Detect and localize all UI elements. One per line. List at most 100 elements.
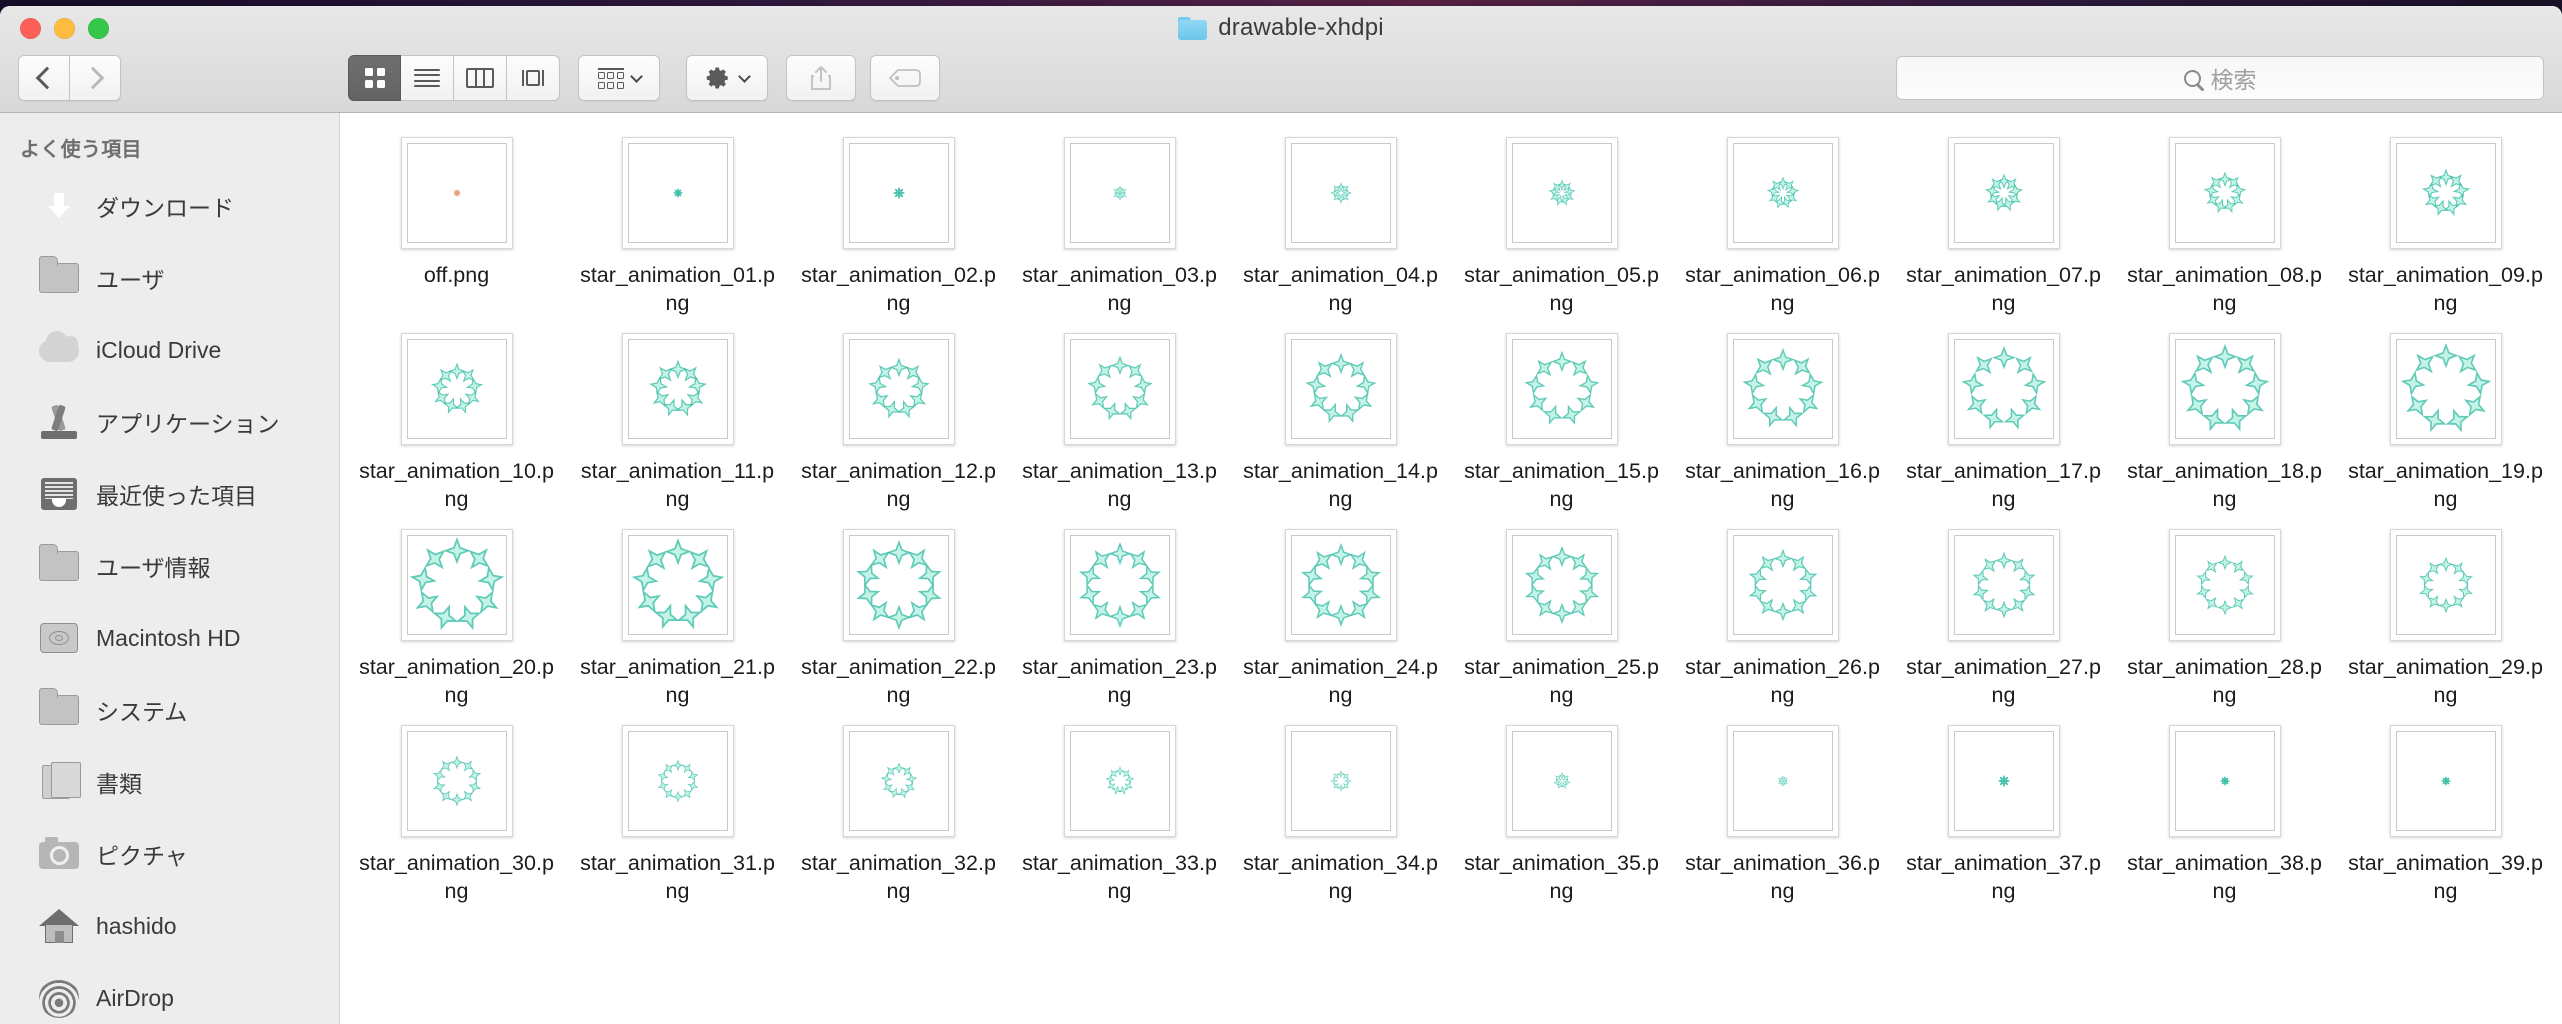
close-button[interactable] [20,18,41,39]
file-thumbnail[interactable] [2168,137,2281,249]
file-thumbnail[interactable] [1063,137,1176,249]
file-thumbnail[interactable] [1947,333,2060,445]
file-item[interactable]: star_animation_30.png [346,715,567,911]
file-item[interactable]: star_animation_02.png [788,127,1009,323]
file-item[interactable]: star_animation_18.png [2114,323,2335,519]
file-thumbnail[interactable] [1284,529,1397,641]
file-item[interactable]: star_animation_11.png [567,323,788,519]
file-item[interactable]: star_animation_31.png [567,715,788,911]
sidebar-item-7[interactable]: システム [0,674,339,746]
sidebar-item-0[interactable]: ダウンロード [0,170,339,242]
file-item[interactable]: star_animation_13.png [1009,323,1230,519]
file-item[interactable]: star_animation_09.png [2335,127,2556,323]
icon-view-button[interactable] [348,55,401,101]
file-item[interactable]: star_animation_24.png [1230,519,1451,715]
search-field[interactable]: 検索 [1896,56,2544,100]
file-thumbnail[interactable] [1284,725,1397,837]
file-item[interactable]: star_animation_28.png [2114,519,2335,715]
file-item[interactable]: star_animation_08.png [2114,127,2335,323]
file-thumbnail[interactable] [1063,333,1176,445]
file-item[interactable]: star_animation_22.png [788,519,1009,715]
file-thumbnail[interactable] [1947,137,2060,249]
zoom-button[interactable] [88,18,109,39]
tag-button[interactable] [870,55,940,101]
arrange-button[interactable] [578,55,660,101]
file-thumbnail[interactable] [842,529,955,641]
file-thumbnail[interactable] [2389,137,2502,249]
file-thumbnail[interactable] [1726,725,1839,837]
file-thumbnail[interactable] [1947,725,2060,837]
file-item[interactable]: star_animation_07.png [1893,127,2114,323]
column-view-button[interactable] [454,55,507,101]
file-thumbnail[interactable] [2389,725,2502,837]
file-item[interactable]: star_animation_04.png [1230,127,1451,323]
file-thumbnail[interactable] [400,725,513,837]
file-thumbnail[interactable] [1063,529,1176,641]
file-thumbnail[interactable] [2168,725,2281,837]
file-thumbnail[interactable] [1726,529,1839,641]
file-thumbnail[interactable] [842,333,955,445]
file-item[interactable]: star_animation_14.png [1230,323,1451,519]
file-item[interactable]: star_animation_27.png [1893,519,2114,715]
file-item[interactable]: star_animation_12.png [788,323,1009,519]
file-item[interactable]: star_animation_01.png [567,127,788,323]
file-item[interactable]: star_animation_05.png [1451,127,1672,323]
file-thumbnail[interactable] [621,333,734,445]
file-item[interactable]: star_animation_23.png [1009,519,1230,715]
file-item[interactable]: off.png [346,127,567,323]
file-thumbnail[interactable] [1063,725,1176,837]
sidebar-item-4[interactable]: 最近使った項目 [0,458,339,530]
sidebar-item-10[interactable]: hashido [0,890,339,962]
file-item[interactable]: star_animation_34.png [1230,715,1451,911]
file-item[interactable]: star_animation_35.png [1451,715,1672,911]
window-titlebar[interactable]: drawable-xhdpi 検索 [0,6,2562,113]
forward-button[interactable] [69,55,121,101]
file-thumbnail[interactable] [2168,333,2281,445]
file-item[interactable]: star_animation_29.png [2335,519,2556,715]
file-thumbnail[interactable] [1284,137,1397,249]
list-view-button[interactable] [401,55,454,101]
file-thumbnail[interactable] [1505,725,1618,837]
file-thumbnail[interactable] [400,333,513,445]
back-button[interactable] [18,55,70,101]
file-item[interactable]: star_animation_38.png [2114,715,2335,911]
file-item[interactable]: star_animation_39.png [2335,715,2556,911]
file-item[interactable]: star_animation_33.png [1009,715,1230,911]
file-grid-container[interactable]: off.png star_animation_01.png star_animati… [340,113,2562,1024]
sidebar-item-11[interactable]: AirDrop [0,962,339,1024]
file-item[interactable]: star_animation_36.png [1672,715,1893,911]
file-thumbnail[interactable] [1726,333,1839,445]
share-button[interactable] [786,55,856,101]
file-thumbnail[interactable] [1505,529,1618,641]
sidebar-item-1[interactable]: ユーザ [0,242,339,314]
file-thumbnail[interactable] [1947,529,2060,641]
file-thumbnail[interactable] [400,137,513,249]
file-thumbnail[interactable] [1505,137,1618,249]
sidebar-item-5[interactable]: ユーザ情報 [0,530,339,602]
file-thumbnail[interactable] [621,529,734,641]
file-thumbnail[interactable] [1726,137,1839,249]
minimize-button[interactable] [54,18,75,39]
file-item[interactable]: star_animation_21.png [567,519,788,715]
sidebar-item-9[interactable]: ピクチャ [0,818,339,890]
file-thumbnail[interactable] [1284,333,1397,445]
file-thumbnail[interactable] [2168,529,2281,641]
file-item[interactable]: star_animation_26.png [1672,519,1893,715]
file-thumbnail[interactable] [2389,333,2502,445]
file-thumbnail[interactable] [621,725,734,837]
file-item[interactable]: star_animation_06.png [1672,127,1893,323]
file-item[interactable]: star_animation_10.png [346,323,567,519]
file-item[interactable]: star_animation_19.png [2335,323,2556,519]
file-thumbnail[interactable] [621,137,734,249]
file-item[interactable]: star_animation_20.png [346,519,567,715]
file-item[interactable]: star_animation_15.png [1451,323,1672,519]
file-thumbnail[interactable] [400,529,513,641]
file-thumbnail[interactable] [842,725,955,837]
file-thumbnail[interactable] [842,137,955,249]
file-item[interactable]: star_animation_17.png [1893,323,2114,519]
file-item[interactable]: star_animation_32.png [788,715,1009,911]
file-item[interactable]: star_animation_16.png [1672,323,1893,519]
sidebar-item-6[interactable]: Macintosh HD [0,602,339,674]
file-item[interactable]: star_animation_37.png [1893,715,2114,911]
action-menu-button[interactable] [686,55,768,101]
